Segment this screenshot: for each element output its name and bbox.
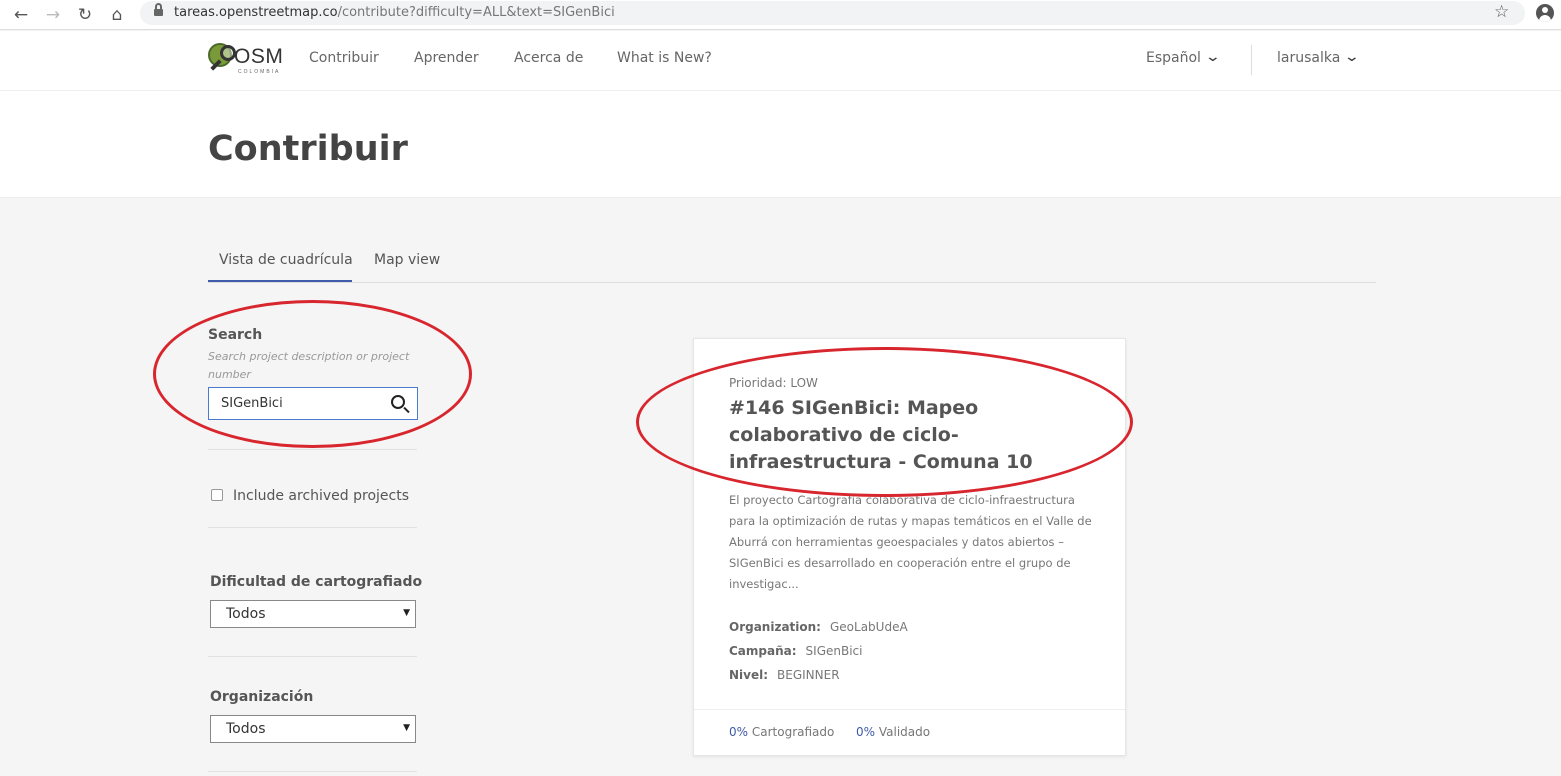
home-icon[interactable]: ⌂ (105, 3, 129, 27)
project-level-row: Nivel: BEGINNER (729, 668, 840, 682)
mapped-percent: 0% (729, 725, 749, 739)
nav-aprender[interactable]: Aprender (414, 50, 479, 66)
validated-percent: 0% (856, 725, 876, 739)
difficulty-label: Dificultad de cartografiado (210, 574, 423, 590)
nav-acerca-de[interactable]: Acerca de (514, 50, 583, 66)
app-header: OSM COLOMBIA Contribuir Aprender Acerca … (0, 31, 1561, 91)
profile-icon[interactable] (1536, 4, 1554, 22)
organization-key: Organization: (729, 620, 821, 634)
include-archived-label[interactable]: Include archived projects (233, 488, 409, 504)
url-path: /contribute?difficulty=ALL&text=SIGenBic… (337, 5, 615, 20)
include-archived-checkbox[interactable] (211, 489, 223, 501)
organization-select[interactable]: Todos ▼ (210, 715, 416, 743)
tab-map-view[interactable]: Map view (374, 252, 440, 268)
validated-label: Validado (878, 725, 931, 739)
annotation-ellipse-project (636, 347, 1133, 497)
organization-label: Organización (210, 689, 314, 705)
mapped-stat: 0% Cartografiado (729, 725, 834, 739)
osm-colombia-logo[interactable]: OSM COLOMBIA (208, 41, 284, 79)
dropdown-arrow-icon: ▼ (403, 608, 410, 618)
browser-toolbar: ← → ↻ ⌂ tareas.openstreetmap.co/contribu… (0, 0, 1561, 30)
title-band: Contribuir (0, 91, 1561, 198)
forward-arrow-icon[interactable]: → (41, 3, 65, 27)
nav-contribuir[interactable]: Contribuir (309, 50, 379, 66)
annotation-ellipse-search (153, 300, 472, 448)
user-menu[interactable]: larusalka (1277, 50, 1340, 66)
reload-icon[interactable]: ↻ (73, 3, 97, 27)
star-icon[interactable]: ☆ (1494, 2, 1509, 22)
page-title: Contribuir (208, 129, 408, 169)
difficulty-value: Todos (226, 606, 266, 622)
campaign-value: SIGenBici (805, 644, 863, 658)
project-organization-row: Organization: GeoLabUdeA (729, 620, 908, 634)
logo-text: OSM (234, 45, 284, 68)
organization-value: Todos (226, 721, 266, 737)
logo-subtext: COLOMBIA (238, 69, 281, 75)
level-value: BEGINNER (777, 668, 840, 682)
lock-icon (154, 3, 163, 17)
project-description: El proyecto Cartografía colaborativa de … (729, 493, 1092, 591)
tab-grid-view[interactable]: Vista de cuadrícula (219, 252, 353, 268)
chevron-down-icon[interactable]: ⌄ (1344, 49, 1360, 65)
nav-what-is-new[interactable]: What is New? (617, 50, 712, 66)
back-arrow-icon[interactable]: ← (9, 3, 33, 27)
url-host: tareas.openstreetmap.co (174, 5, 338, 20)
level-key: Nivel: (729, 668, 769, 682)
validated-stat: 0% Validado (856, 725, 930, 739)
dropdown-arrow-icon: ▼ (403, 723, 410, 733)
chevron-down-icon[interactable]: ⌄ (1205, 49, 1221, 65)
language-selector[interactable]: Español (1146, 50, 1201, 66)
difficulty-select[interactable]: Todos ▼ (210, 600, 416, 628)
organization-value: GeoLabUdeA (829, 620, 908, 634)
url-text: tareas.openstreetmap.co/contribute?diffi… (174, 5, 615, 20)
project-campaign-row: Campaña: SIGenBici (729, 644, 863, 658)
address-bar[interactable]: tareas.openstreetmap.co/contribute?diffi… (140, 1, 1525, 25)
campaign-key: Campaña: (729, 644, 797, 658)
mapped-label: Cartografiado (751, 725, 835, 739)
